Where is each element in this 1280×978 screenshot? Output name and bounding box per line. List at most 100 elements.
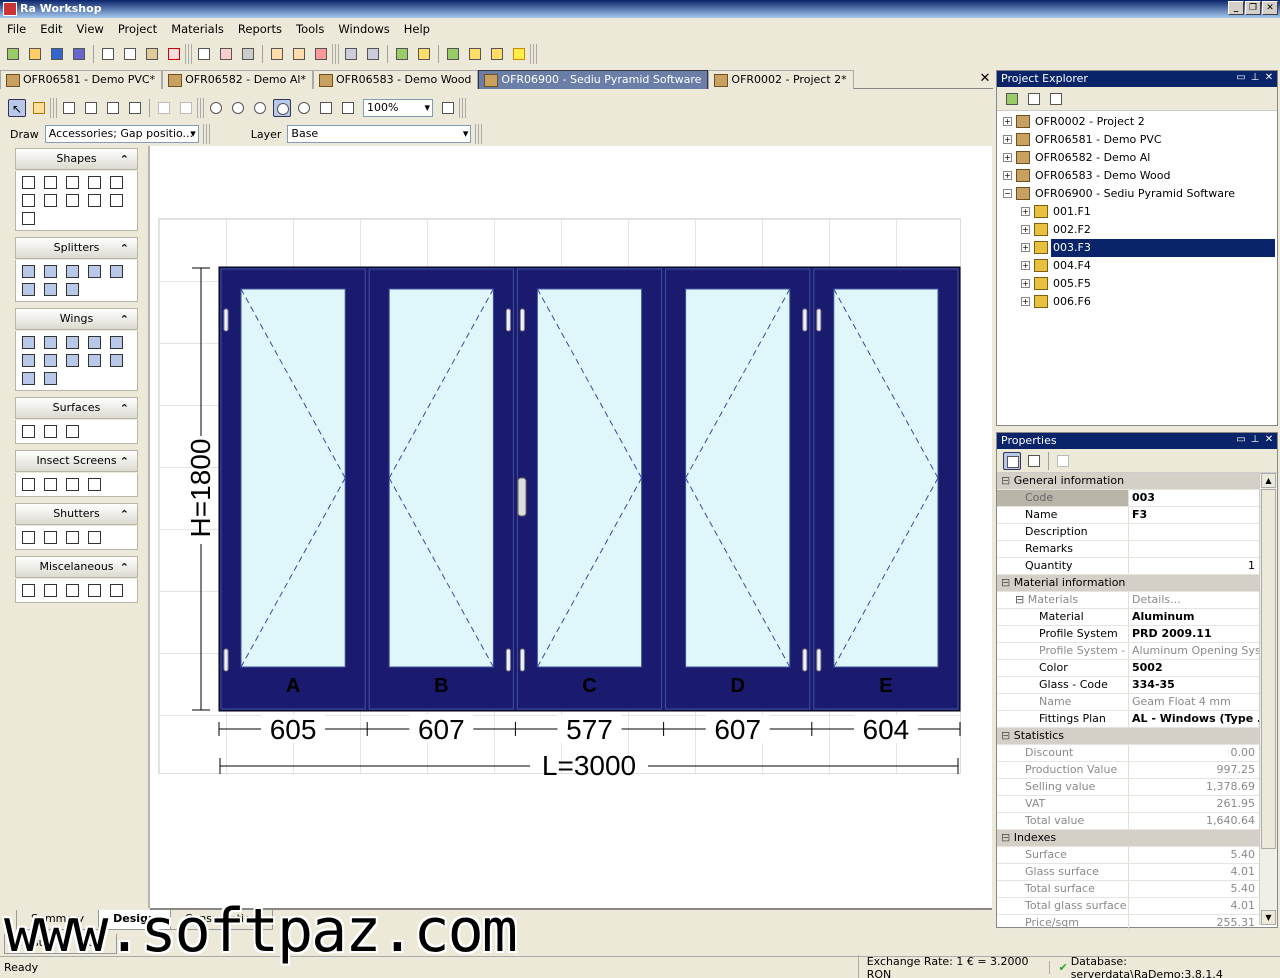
property-category[interactable]: ⊟ Statistics [997,728,1259,745]
property-value[interactable]: 4.01 [1129,864,1259,880]
tree-item[interactable]: + OFR0002 - Project 2 [997,113,1277,131]
property-row[interactable]: Total value 1,640.64 [997,813,1259,830]
panel-minimize-icon[interactable]: ▭ [1235,72,1247,84]
tree-item[interactable]: − OFR06900 - Sediu Pyramid Software [997,185,1277,203]
collapse-icon[interactable]: ⊟ [1001,831,1014,844]
scroll-up-icon[interactable]: ▲ [1261,473,1276,488]
panel-close-icon[interactable]: ✕ [1263,434,1275,446]
property-row[interactable]: Glass surface 4.01 [997,864,1259,881]
property-value[interactable]: AL - Windows (Type ... [1129,711,1259,727]
property-value[interactable]: 5.40 [1129,881,1259,897]
property-row[interactable]: Total glass surface 4.01 [997,898,1259,915]
property-value[interactable]: 1,640.64 [1129,813,1259,829]
panel-pin-icon[interactable]: ⊥ [1249,72,1261,84]
property-row[interactable]: Fittings Plan AL - Windows (Type ... [997,711,1259,728]
property-pages-icon[interactable] [1054,452,1072,470]
property-category[interactable]: ⊟ Material information [997,575,1259,592]
property-row[interactable]: Profile System - NAluminum Opening Syst.… [997,643,1259,660]
property-name: Profile System - N [1039,644,1129,657]
refresh-icon[interactable] [1003,90,1021,108]
expand-icon[interactable]: + [1021,207,1030,216]
properties-scrollbar[interactable]: ▲ ▼ [1259,473,1277,925]
property-value[interactable]: 5002 [1129,660,1259,676]
property-row[interactable]: Name F3 [997,507,1259,524]
tree-item[interactable]: +002.F2 [997,221,1277,239]
property-value[interactable]: 1 [1129,558,1259,574]
property-value[interactable]: 4.01 [1129,898,1259,914]
tree-item[interactable]: +003.F3 [997,239,1277,257]
property-value[interactable]: F3 [1129,507,1259,523]
property-row[interactable]: Discount 0.00 [997,745,1259,762]
panel-pin-icon[interactable]: ⊥ [1249,434,1261,446]
property-value[interactable]: Details... [1129,592,1259,608]
tree-item[interactable]: + OFR06581 - Demo PVC [997,131,1277,149]
tree-item[interactable]: + OFR06582 - Demo Al [997,149,1277,167]
property-row[interactable]: Profile System PRD 2009.11 [997,626,1259,643]
property-value[interactable]: Aluminum [1129,609,1259,625]
property-value[interactable]: 997.25 [1129,762,1259,778]
property-row[interactable]: Price/sqm 255.31 [997,915,1259,932]
collapse-icon[interactable]: ⊟ [1001,474,1014,487]
sort-az-icon[interactable] [1025,452,1043,470]
property-category[interactable]: ⊟ General information [997,473,1259,490]
expand-icon[interactable]: + [1021,225,1030,234]
expand-icon[interactable]: + [1021,279,1030,288]
tree-item[interactable]: +005.F5 [997,275,1277,293]
property-value[interactable]: 261.95 [1129,796,1259,812]
hinge-icon [802,308,808,332]
categorized-icon[interactable] [1003,451,1021,470]
property-row[interactable]: Total surface 5.40 [997,881,1259,898]
scroll-down-icon[interactable]: ▼ [1261,910,1276,925]
property-value[interactable]: PRD 2009.11 [1129,626,1259,642]
expand-icon[interactable]: + [1003,135,1012,144]
property-value[interactable]: 334-35 [1129,677,1259,693]
window-item-icon [1034,241,1048,254]
properties-title: Properties [1001,434,1057,447]
property-row[interactable]: Remarks [997,541,1259,558]
expand-icon[interactable]: + [1021,297,1030,306]
hinge-icon [223,308,229,332]
property-value[interactable]: 1,378.69 [1129,779,1259,795]
property-row[interactable]: Code 003 [997,490,1259,507]
collapse-icon[interactable]: ⊟ [1001,576,1014,589]
check-icon: ✔ [1049,961,1068,974]
property-row[interactable]: Description [997,524,1259,541]
collapse-icon[interactable]: − [1003,189,1012,198]
expand-icon[interactable]: + [1021,261,1030,270]
tree-view-icon[interactable] [1047,90,1065,108]
property-row[interactable]: Color 5002 [997,660,1259,677]
property-value[interactable] [1129,541,1259,557]
expand-icon[interactable]: + [1003,117,1012,126]
property-row[interactable]: Name Geam Float 4 mm [997,694,1259,711]
property-value[interactable]: Aluminum Opening Syst... [1129,643,1259,659]
property-value[interactable]: 0.00 [1129,745,1259,761]
panel-close-icon[interactable]: ✕ [1263,72,1275,84]
panel-minimize-icon[interactable]: ▭ [1235,434,1247,446]
tree-item[interactable]: +001.F1 [997,203,1277,221]
property-value[interactable]: Geam Float 4 mm [1129,694,1259,710]
property-row[interactable]: ⊟ Materials Details... [997,592,1259,609]
scroll-thumb[interactable] [1261,489,1276,849]
tree-item[interactable]: + OFR06583 - Demo Wood [997,167,1277,185]
property-value[interactable]: 255.31 [1129,915,1259,931]
collapse-icon[interactable]: ⊟ [1001,729,1014,742]
property-value[interactable]: 003 [1129,490,1259,506]
property-value[interactable] [1129,524,1259,540]
expand-icon[interactable]: + [1021,243,1030,252]
property-row[interactable]: Production Value 997.25 [997,762,1259,779]
tree-item[interactable]: +006.F6 [997,293,1277,311]
expand-icon[interactable]: + [1003,153,1012,162]
property-row[interactable]: Surface 5.40 [997,847,1259,864]
window-item-icon [1034,259,1048,272]
property-value[interactable]: 5.40 [1129,847,1259,863]
property-row[interactable]: Selling value 1,378.69 [997,779,1259,796]
property-category[interactable]: ⊟ Indexes [997,830,1259,847]
property-row[interactable]: VAT 261.95 [997,796,1259,813]
list-view-icon[interactable] [1025,90,1043,108]
tree-item[interactable]: +004.F4 [997,257,1277,275]
expand-icon[interactable]: + [1003,171,1012,180]
collapse-icon[interactable]: ⊟ [1015,593,1028,606]
property-row[interactable]: Material Aluminum [997,609,1259,626]
property-row[interactable]: Glass - Code 334-35 [997,677,1259,694]
property-row[interactable]: Quantity 1 [997,558,1259,575]
